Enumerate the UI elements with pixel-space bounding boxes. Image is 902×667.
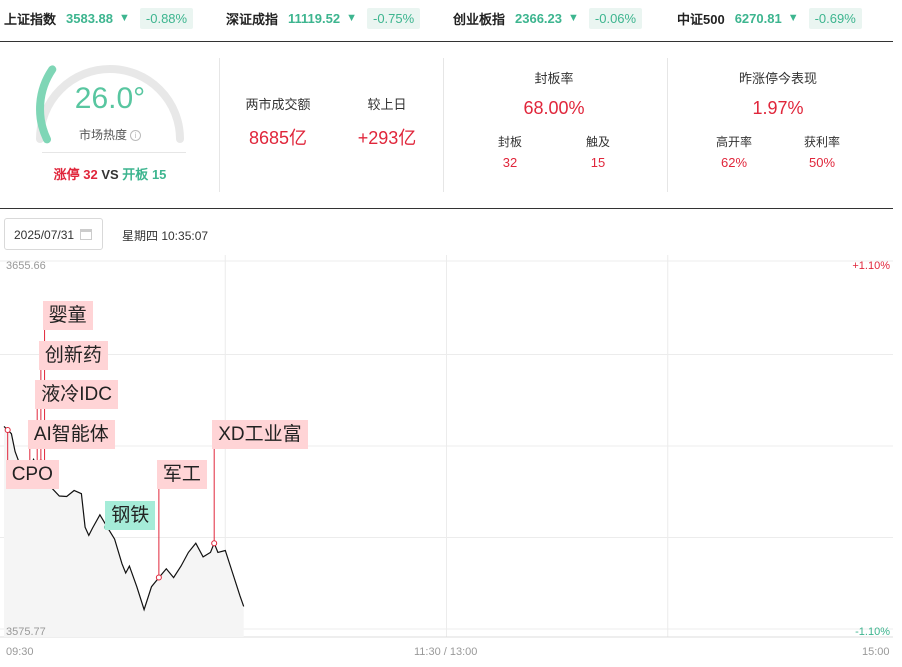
- price-area: [4, 426, 244, 637]
- date-value: 2025/07/31: [14, 228, 75, 242]
- index-name: 上证指数: [4, 11, 57, 27]
- annotation-point: [211, 540, 218, 547]
- annotation-point: [155, 574, 162, 581]
- vs-label: VS: [101, 167, 119, 182]
- current-datetime: 星期四 10:35:07: [122, 229, 209, 243]
- open-count: 15: [151, 167, 167, 182]
- divider: [443, 58, 444, 192]
- concept-tag[interactable]: 钢铁: [105, 501, 156, 530]
- market-stats-panel: 26.0° 市场热度 i 涨停 32 VS 开板 15 两市成交额 8685亿 较…: [0, 42, 893, 208]
- x-axis-start-label: 09:30: [6, 646, 34, 658]
- index-item-zz500[interactable]: 中证500 6270.81 ▼ -0.69%: [677, 6, 862, 30]
- touched-value: 15: [590, 155, 606, 170]
- index-ticker: 上证指数 3583.88 ▼ -0.88% 深证成指 11119.52 ▼ -0…: [0, 0, 902, 36]
- heat-label: 市场热度 i: [60, 126, 160, 143]
- index-value: 11119.52: [288, 10, 341, 26]
- heat-label-text: 市场热度: [78, 128, 127, 142]
- index-change: -0.88%: [139, 7, 194, 29]
- prev-day-label: 较上日: [367, 97, 407, 112]
- index-name: 深证成指: [226, 11, 279, 27]
- divider: [219, 58, 220, 192]
- down-arrow-icon: ▼: [119, 12, 130, 24]
- down-arrow-icon: ▼: [568, 12, 579, 24]
- open-label: 开板: [122, 167, 149, 182]
- index-name: 创业板指: [453, 11, 506, 27]
- turnover-label: 两市成交额: [245, 97, 311, 112]
- concept-tag[interactable]: CPO: [5, 460, 59, 489]
- concept-tag[interactable]: 创新药: [38, 341, 108, 370]
- divider: [667, 58, 668, 192]
- yesterday-label: 昨涨停今表现: [738, 71, 817, 86]
- sealed-value: 32: [502, 155, 518, 170]
- limit-summary: 涨停 32 VS 开板 15: [30, 164, 190, 183]
- touched-label: 触及: [585, 135, 610, 149]
- concept-tag[interactable]: 婴童: [42, 301, 93, 330]
- profit-value: 50%: [808, 155, 836, 170]
- yesterday-value: 1.97%: [752, 98, 804, 118]
- divider: [42, 152, 186, 153]
- down-arrow-icon: ▼: [787, 12, 799, 24]
- divider: [0, 208, 893, 209]
- index-name: 中证500: [677, 11, 725, 27]
- index-change: -0.06%: [588, 7, 643, 29]
- calendar-icon[interactable]: [80, 229, 92, 240]
- y-axis-bottom-label: 3575.77: [6, 626, 46, 638]
- index-value: 6270.81: [734, 10, 782, 26]
- prev-day-value: +293亿: [357, 128, 417, 148]
- date-picker[interactable]: 2025/07/31: [4, 218, 103, 250]
- index-value: 3583.88: [66, 10, 114, 26]
- index-item-sz[interactable]: 深证成指 11119.52 ▼ -0.75%: [226, 6, 421, 30]
- annotation-point: [4, 427, 11, 434]
- high-open-label: 高开率: [715, 135, 752, 149]
- turnover-value: 8685亿: [248, 128, 308, 148]
- x-axis-end-label: 15:00: [862, 646, 890, 658]
- heat-value: 26.0°: [74, 82, 146, 115]
- index-change: -0.69%: [808, 7, 862, 29]
- pct-bottom-label: -1.10%: [855, 626, 890, 638]
- index-change: -0.75%: [366, 7, 421, 29]
- profit-label: 获利率: [803, 135, 840, 149]
- concept-tag[interactable]: 液冷IDC: [35, 380, 118, 409]
- index-item-cyb[interactable]: 创业板指 2366.23 ▼ -0.06%: [453, 6, 643, 30]
- down-arrow-icon: ▼: [346, 12, 357, 24]
- pct-top-label: +1.10%: [852, 260, 890, 272]
- x-axis-mid-label: 11:30 / 13:00: [414, 646, 478, 658]
- info-icon[interactable]: i: [130, 130, 141, 142]
- concept-tag[interactable]: XD工业富: [212, 420, 308, 449]
- high-open-value: 62%: [720, 155, 748, 170]
- limit-up-count: 32: [83, 167, 98, 182]
- index-item-sh[interactable]: 上证指数 3583.88 ▼ -0.88%: [4, 6, 194, 30]
- concept-tag[interactable]: 军工: [156, 460, 207, 489]
- intraday-chart: [0, 255, 893, 638]
- index-value: 2366.23: [515, 10, 563, 26]
- seal-rate-value: 68.00%: [523, 98, 585, 118]
- concept-tag[interactable]: AI智能体: [27, 420, 115, 449]
- y-axis-top-label: 3655.66: [6, 260, 46, 272]
- limit-up-label: 涨停: [53, 167, 80, 182]
- sealed-label: 封板: [497, 135, 522, 149]
- seal-rate-label: 封板率: [534, 71, 574, 86]
